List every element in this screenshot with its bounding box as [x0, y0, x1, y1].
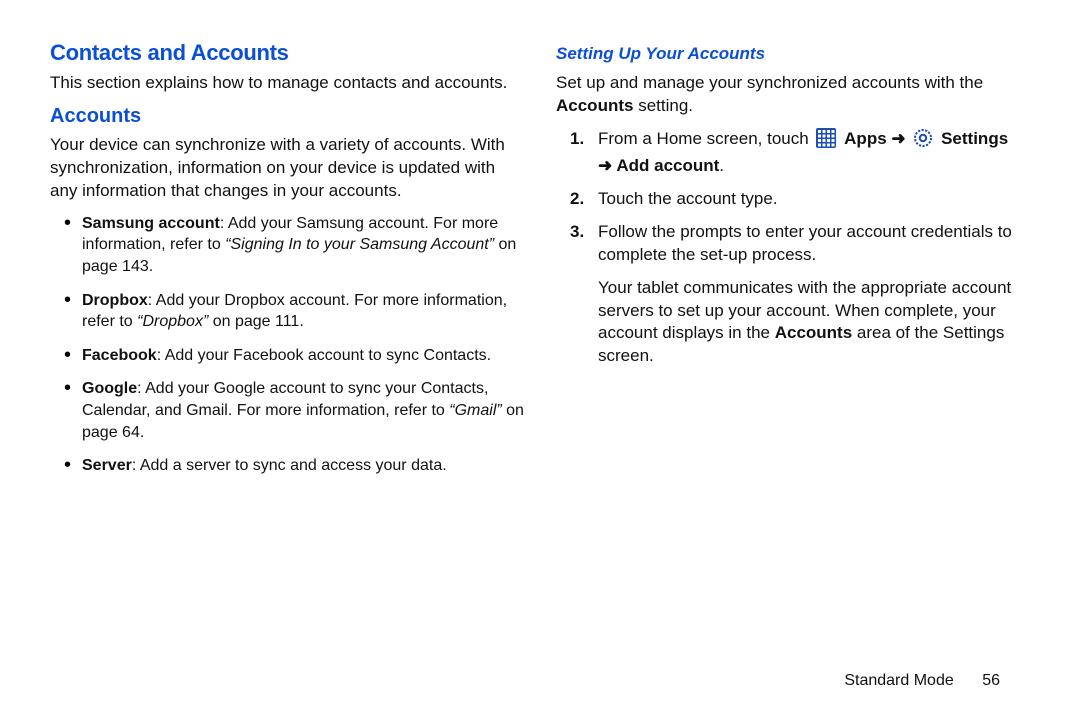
tail-bold: Accounts: [775, 323, 852, 342]
text: : Add a server to sync and access your d…: [132, 457, 447, 474]
footer-page-number: 56: [982, 672, 1000, 690]
label: Facebook: [82, 347, 157, 364]
tail: on page 111.: [208, 313, 304, 330]
reference: “Gmail”: [449, 402, 501, 419]
step-number: 3.: [570, 221, 584, 244]
step-text: Touch the account type.: [598, 189, 778, 208]
accounts-bullet-list: Samsung account: Add your Samsung accoun…: [50, 213, 524, 477]
label: Server: [82, 457, 132, 474]
label: Google: [82, 380, 137, 397]
left-column: Contacts and Accounts This section expla…: [50, 40, 524, 662]
apps-label: Apps: [844, 129, 887, 148]
add-account-label: Add account: [616, 156, 719, 175]
settings-gear-icon: [913, 128, 933, 155]
period: .: [719, 156, 724, 175]
footer-mode: Standard Mode: [844, 672, 953, 689]
heading-contacts-and-accounts: Contacts and Accounts: [50, 40, 524, 66]
bullet-facebook: Facebook: Add your Facebook account to s…: [68, 345, 524, 367]
setup-intro: Set up and manage your synchronized acco…: [556, 72, 1030, 118]
step-number: 1.: [570, 128, 584, 151]
step-pre: From a Home screen, touch: [598, 129, 813, 148]
arrow-icon: ➜: [598, 156, 616, 175]
setup-tail-paragraph: Your tablet communicates with the approp…: [598, 277, 1030, 369]
apps-grid-icon: [816, 128, 836, 155]
step-2: 2. Touch the account type.: [574, 188, 1030, 211]
page-footer: Standard Mode 56: [50, 662, 1030, 690]
bullet-server: Server: Add a server to sync and access …: [68, 455, 524, 477]
step-number: 2.: [570, 188, 584, 211]
heading-setting-up-accounts: Setting Up Your Accounts: [556, 44, 1030, 64]
step-text: Follow the prompts to enter your account…: [598, 222, 1012, 264]
label: Dropbox: [82, 292, 148, 309]
intro-text: This section explains how to manage cont…: [50, 72, 524, 95]
step-1: 1. From a Home screen, touch Apps ➜: [574, 128, 1030, 178]
label: Samsung account: [82, 215, 220, 232]
text: : Add your Facebook account to sync Cont…: [157, 347, 491, 364]
setup-steps: 1. From a Home screen, touch Apps ➜: [556, 128, 1030, 267]
reference: “Signing In to your Samsung Account”: [225, 236, 494, 253]
bullet-dropbox: Dropbox: Add your Dropbox account. For m…: [68, 290, 524, 333]
intro-pre: Set up and manage your synchronized acco…: [556, 73, 983, 92]
right-column: Setting Up Your Accounts Set up and mana…: [556, 40, 1030, 662]
arrow-icon: ➜: [891, 129, 910, 148]
heading-accounts: Accounts: [50, 105, 524, 128]
settings-label: Settings: [941, 129, 1008, 148]
bullet-google: Google: Add your Google account to sync …: [68, 378, 524, 443]
text: : Add your Google account to sync your C…: [82, 380, 488, 419]
intro-bold: Accounts: [556, 96, 633, 115]
reference: “Dropbox”: [137, 313, 208, 330]
step-3: 3. Follow the prompts to enter your acco…: [574, 221, 1030, 267]
accounts-description: Your device can synchronize with a varie…: [50, 134, 524, 203]
bullet-samsung: Samsung account: Add your Samsung accoun…: [68, 213, 524, 278]
intro-post: setting.: [633, 96, 693, 115]
